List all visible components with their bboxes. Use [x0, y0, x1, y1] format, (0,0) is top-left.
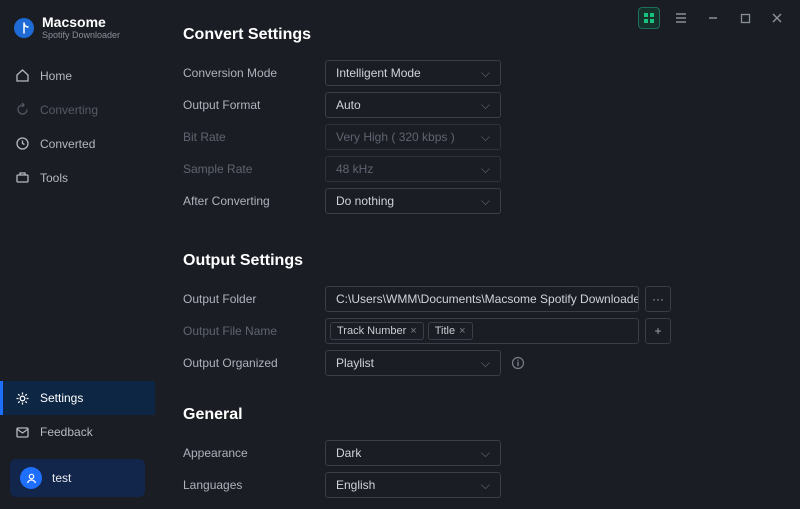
label-bit-rate: Bit Rate: [183, 130, 325, 144]
mail-icon: [14, 424, 30, 440]
refresh-icon: [14, 102, 30, 118]
maximize-button[interactable]: [734, 7, 756, 29]
close-button[interactable]: [766, 7, 788, 29]
select-languages[interactable]: English ⌵: [325, 472, 501, 498]
section-heading-general: General: [183, 406, 772, 424]
label-appearance: Appearance: [183, 446, 325, 460]
sidebar-item-label: Tools: [40, 171, 68, 185]
avatar-icon: [20, 467, 42, 489]
sidebar-item-tools[interactable]: Tools: [0, 161, 155, 195]
minimize-button[interactable]: [702, 7, 724, 29]
main-panel: Convert Settings Conversion Mode Intelli…: [155, 0, 800, 509]
chevron-down-icon: ⌵: [481, 66, 490, 81]
chevron-down-icon: ⌵: [481, 130, 490, 145]
chevron-down-icon: ⌵: [481, 478, 490, 493]
chevron-down-icon: ⌵: [481, 162, 490, 177]
chevron-down-icon: ⌵: [481, 356, 490, 371]
chevron-down-icon: ⌵: [481, 446, 490, 461]
tag-track-number: Track Number×: [330, 322, 424, 340]
select-sample-rate: 48 kHz ⌵: [325, 156, 501, 182]
sidebar-item-label: Feedback: [40, 425, 93, 439]
grid-view-button[interactable]: [638, 7, 660, 29]
sidebar-item-home[interactable]: Home: [0, 59, 155, 93]
label-after-converting: After Converting: [183, 194, 325, 208]
output-file-name-tags[interactable]: Track Number× Title×: [325, 318, 639, 344]
remove-tag-icon[interactable]: ×: [459, 325, 465, 337]
user-name: test: [52, 471, 71, 485]
brand-subtitle: Spotify Downloader: [42, 31, 120, 41]
browse-folder-button[interactable]: ···: [645, 286, 671, 312]
select-conversion-mode[interactable]: Intelligent Mode ⌵: [325, 60, 501, 86]
home-icon: [14, 68, 30, 84]
brand: Macsome Spotify Downloader: [0, 10, 155, 59]
select-bit-rate: Very High ( 320 kbps ) ⌵: [325, 124, 501, 150]
sidebar: Macsome Spotify Downloader Home Converti…: [0, 0, 155, 509]
remove-tag-icon[interactable]: ×: [410, 325, 416, 337]
sidebar-item-label: Home: [40, 69, 72, 83]
label-output-organized: Output Organized: [183, 356, 325, 370]
menu-icon[interactable]: [670, 7, 692, 29]
select-appearance[interactable]: Dark ⌵: [325, 440, 501, 466]
select-output-format[interactable]: Auto ⌵: [325, 92, 501, 118]
brand-logo-icon: [14, 18, 34, 38]
chevron-down-icon: ⌵: [481, 194, 490, 209]
sidebar-item-converted[interactable]: Converted: [0, 127, 155, 161]
clock-icon: [14, 136, 30, 152]
output-folder-path[interactable]: C:\Users\WMM\Documents\Macsome Spotify D…: [325, 286, 639, 312]
label-output-format: Output Format: [183, 98, 325, 112]
select-after-converting[interactable]: Do nothing ⌵: [325, 188, 501, 214]
user-pill[interactable]: test: [10, 459, 145, 497]
label-conversion-mode: Conversion Mode: [183, 66, 325, 80]
label-output-folder: Output Folder: [183, 292, 325, 306]
label-output-file-name: Output File Name: [183, 324, 325, 338]
sidebar-item-converting[interactable]: Converting: [0, 93, 155, 127]
sidebar-item-label: Settings: [40, 391, 83, 405]
sidebar-item-feedback[interactable]: Feedback: [0, 415, 155, 449]
select-output-organized[interactable]: Playlist ⌵: [325, 350, 501, 376]
chevron-down-icon: ⌵: [481, 98, 490, 113]
sidebar-item-label: Converted: [40, 137, 95, 151]
gear-icon: [14, 390, 30, 406]
brand-title: Macsome: [42, 15, 120, 29]
label-sample-rate: Sample Rate: [183, 162, 325, 176]
titlebar: [638, 0, 800, 36]
toolbox-icon: [14, 170, 30, 186]
info-icon[interactable]: [511, 356, 525, 370]
sidebar-item-settings[interactable]: Settings: [0, 381, 155, 415]
tag-title: Title×: [428, 322, 473, 340]
sidebar-item-label: Converting: [40, 103, 98, 117]
label-languages: Languages: [183, 478, 325, 492]
add-tag-button[interactable]: +: [645, 318, 671, 344]
section-heading-output: Output Settings: [183, 252, 772, 270]
